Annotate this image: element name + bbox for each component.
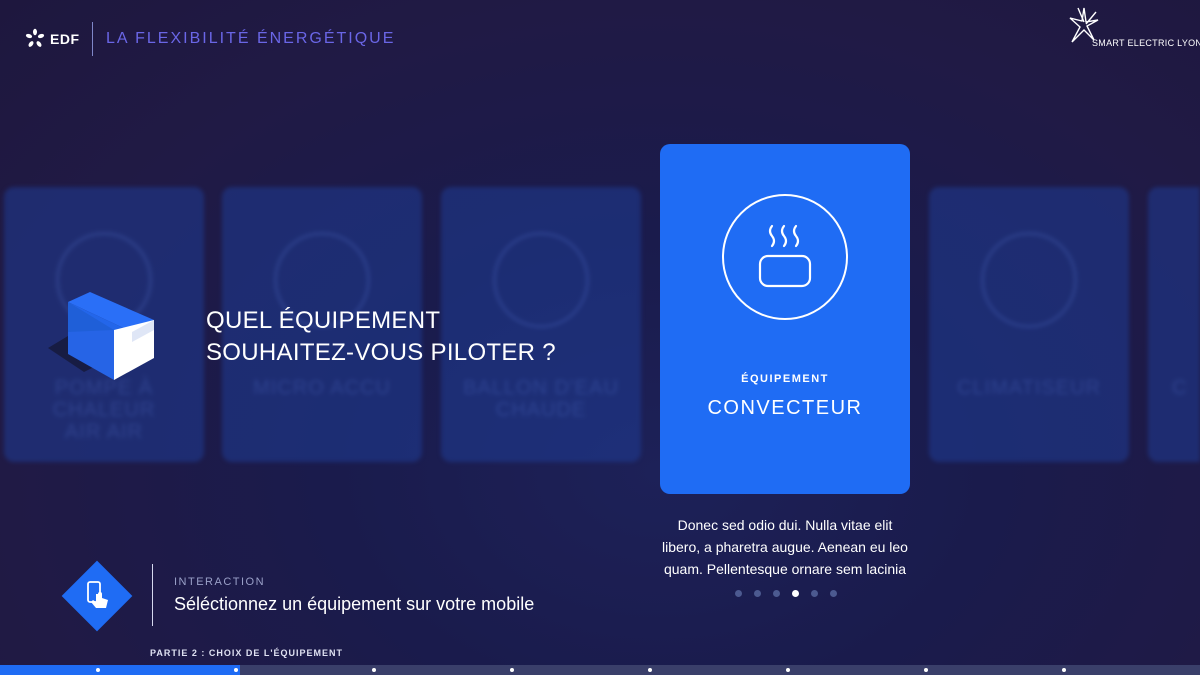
partner-logo-text: SMART ELECTRIC LYON (1092, 38, 1200, 48)
interaction-text: Séléctionnez un équipement sur votre mob… (174, 594, 535, 614)
edf-logo-text: EDF (50, 31, 80, 47)
heater-icon (758, 224, 812, 288)
progress-marker (648, 668, 652, 672)
phone-tap-icon (87, 581, 108, 608)
progress-marker (786, 668, 790, 672)
house-icon (48, 292, 154, 380)
card-name: MICRO ACCU (253, 377, 391, 399)
header-title: LA FLEXIBILITÉ ÉNERGÉTIQUE (106, 30, 396, 47)
interaction-divider (152, 564, 153, 626)
carousel-card-climatiseur[interactable]: CLIMATISEUR (929, 187, 1129, 462)
equipment-description: Donec sed odio dui. Nulla vitae elit lib… (662, 517, 908, 577)
edf-logo: EDF (24, 28, 80, 50)
progress-marker (96, 668, 100, 672)
card-name: BALLON D'EAU CHAUDE (463, 377, 619, 421)
question-heading: QUEL ÉQUIPEMENT SOUHAITEZ-VOUS PILOTER ? (206, 305, 556, 369)
equipment-name: CONVECTEUR (707, 397, 863, 419)
progress-marker (372, 668, 376, 672)
carousel-card-convecteur[interactable]: ÉQUIPEMENT CONVECTEUR (660, 144, 910, 494)
pagination-dot[interactable] (754, 590, 761, 597)
equipment-icon-circle (722, 194, 848, 320)
question-line-1: QUEL ÉQUIPEMENT (206, 307, 441, 334)
header-divider (92, 22, 93, 56)
carousel-pagination (735, 590, 837, 597)
interaction-label: INTERACTION (174, 576, 266, 588)
edf-flower-icon (25, 28, 45, 47)
pagination-dot[interactable] (735, 590, 742, 597)
carousel-card-partial[interactable]: C (1148, 187, 1200, 462)
pagination-dot[interactable] (773, 590, 780, 597)
card-name: C (1172, 377, 1188, 399)
progress-marker (510, 668, 514, 672)
progress-fill (0, 665, 240, 675)
progress-bar (0, 665, 1200, 675)
smart-electric-lyon-logo: SMART ELECTRIC LYON (1066, 6, 1200, 50)
pagination-dot[interactable] (811, 590, 818, 597)
equipment-label: ÉQUIPEMENT (741, 373, 829, 385)
question-line-2: SOUHAITEZ-VOUS PILOTER ? (206, 339, 556, 366)
card-icon-circle (981, 232, 1077, 328)
pagination-dot-active[interactable] (792, 590, 799, 597)
progress-marker (234, 668, 238, 672)
part-label: PARTIE 2 : CHOIX DE L'ÉQUIPEMENT (150, 648, 343, 658)
pagination-dot[interactable] (830, 590, 837, 597)
progress-marker (1062, 668, 1066, 672)
header: EDF LA FLEXIBILITÉ ÉNERGÉTIQUE SMART ELE… (0, 0, 1200, 80)
progress-marker (924, 668, 928, 672)
card-name: CLIMATISEUR (957, 377, 1101, 399)
